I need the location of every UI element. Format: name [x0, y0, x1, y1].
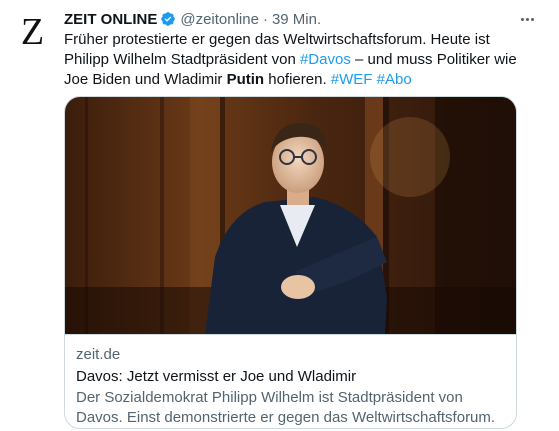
- tweet[interactable]: Z ZEIT ONLINE @zeitonline · 39 Min. Früh…: [0, 0, 559, 431]
- card-image[interactable]: [65, 97, 516, 334]
- hashtag-davos[interactable]: #Davos: [300, 51, 351, 68]
- tweet-text-part: hofieren.: [264, 71, 331, 88]
- card-description: Der Sozialdemokrat Philipp Wilhelm ist S…: [76, 389, 496, 426]
- tweet-header: ZEIT ONLINE @zeitonline · 39 Min.: [64, 9, 509, 29]
- tweet-text-bold: Putin: [226, 71, 265, 88]
- handle[interactable]: @zeitonline: [180, 11, 259, 28]
- hashtag-wef[interactable]: #WEF: [331, 71, 373, 88]
- more-options-icon[interactable]: [517, 9, 537, 29]
- avatar[interactable]: Z: [10, 10, 54, 54]
- display-name[interactable]: ZEIT ONLINE: [64, 11, 157, 28]
- verified-badge-icon: [160, 11, 176, 27]
- tweet-text: Früher protestierte er gegen das Weltwir…: [64, 30, 534, 90]
- timestamp[interactable]: 39 Min.: [272, 11, 321, 28]
- card-meta[interactable]: zeit.de Davos: Jetzt vermisst er Joe und…: [65, 334, 516, 428]
- zeit-logo: Z: [20, 11, 44, 53]
- hashtag-abo[interactable]: #Abo: [377, 71, 412, 88]
- separator-dot: ·: [262, 10, 268, 28]
- card-title: Davos: Jetzt vermisst er Joe und Wladimi…: [76, 368, 357, 385]
- card-domain: zeit.de: [76, 346, 121, 363]
- link-card[interactable]: zeit.de Davos: Jetzt vermisst er Joe und…: [64, 96, 517, 429]
